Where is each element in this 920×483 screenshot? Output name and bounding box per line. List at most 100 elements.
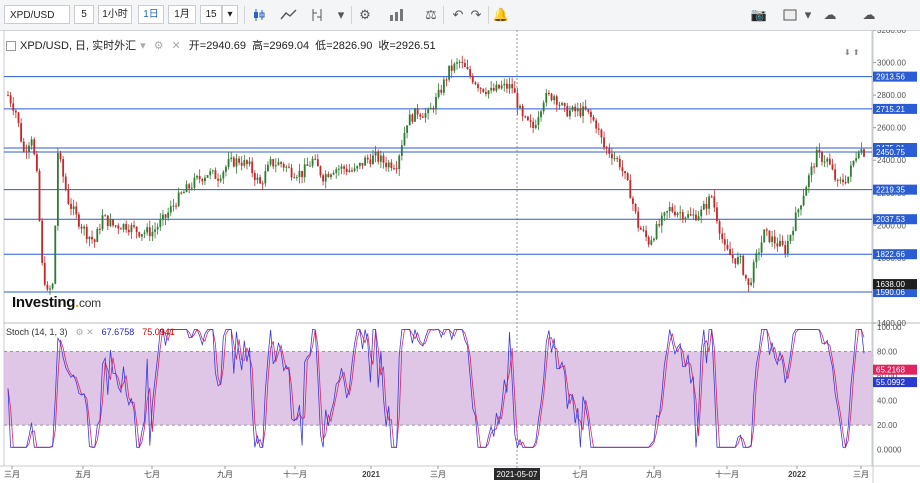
candle-body [637,211,640,228]
candle-body [616,158,619,160]
candle-body [553,96,556,101]
candle-body [440,89,443,93]
candle-body [290,167,293,178]
candle-body [828,158,831,165]
candle-body [167,212,170,218]
candle-body [361,162,364,166]
bar-volume-icon[interactable] [387,5,407,25]
pane-controls[interactable]: ⬇ ⬆ [844,48,860,57]
line-chart-icon[interactable] [279,5,299,25]
candle-body [22,141,25,152]
layout-dropdown-icon[interactable]: ▾ [798,5,818,25]
candle-body [534,124,537,128]
open-label: 开= [188,40,207,52]
candle-body [755,253,758,263]
candle-body [716,207,718,222]
candle-body [340,166,343,169]
candle-body [227,159,230,167]
candle-body [679,212,682,214]
y-tick-label: 3200.00 [877,30,906,35]
stoch-d-value: 75.0941 [142,327,175,337]
candle-body [582,106,584,116]
candle-body [442,79,445,93]
level-label: 2219.35 [876,186,905,195]
price-chart[interactable]: 3200.003000.002800.002600.002400.002200.… [0,30,920,483]
candle-body [59,153,62,160]
toolbar-divider [488,6,489,24]
balance-icon[interactable]: ⚖ [421,5,441,25]
candle-body [172,205,175,207]
redo-icon[interactable]: ↷ [466,5,486,25]
cloud-download-icon[interactable]: ☁ [820,5,840,25]
candle-body [288,166,290,168]
candle-body [432,107,435,110]
candle-body [600,129,603,138]
candle-body [603,137,605,148]
stoch-name: Stoch (14, 1, 3) [6,327,68,337]
candle-body [424,113,427,118]
candle-body [253,173,256,180]
layout-icon[interactable] [780,5,800,25]
candle-body [261,183,264,185]
candle-body [545,92,548,103]
candle-body [490,87,493,91]
toolbar: XPD/USD 5 1小时 1日 1月 15 ▾ ▾ ⚙ ⚖ ↶ ↷ 🔔 📷 ▾… [0,0,920,31]
candle-body [629,180,632,199]
alert-icon[interactable]: 🔔 [491,5,511,25]
candle-body [498,84,500,89]
level-label: 2037.53 [876,215,905,224]
candle-body [613,158,616,160]
candle-body [752,262,755,283]
candle-body [400,145,403,156]
candle-body [765,229,768,231]
candle-body [597,128,600,130]
candle-body [760,242,763,253]
interval-value-button[interactable]: 5 [74,5,94,24]
indicator-dropdown-icon[interactable]: ▾ [331,5,351,25]
symbol-input[interactable]: XPD/USD [4,5,70,24]
investing-logo: Investing.com [12,294,101,311]
candle-body [768,230,771,243]
camera-icon[interactable]: 📷 [749,5,769,25]
candle-body [479,87,482,89]
candle-body [196,175,198,178]
x-tick-label: 2021-05-07 [497,470,538,479]
candle-body [773,236,776,244]
candle-body [776,243,779,247]
candle-body [138,232,141,237]
interval-1h-button[interactable]: 1小时 [98,5,132,24]
legend-close-icon[interactable]: ✕ [172,40,181,52]
candle-body [513,88,516,93]
candle-body [385,162,388,168]
toolbar-divider [244,6,245,24]
candles-group [7,55,865,295]
stoch-tick-label: 40.00 [877,397,898,406]
candle-body [786,241,789,254]
candle-body [676,213,679,216]
number-button[interactable]: 15 [200,5,222,24]
logo-suffix: com [79,296,101,310]
undo-icon[interactable]: ↶ [448,5,468,25]
candle-body [542,102,545,112]
candle-body [9,95,12,104]
number-dropdown-button[interactable]: ▾ [222,5,238,24]
range-1d-button[interactable]: 1日 [138,5,164,24]
indicator-icon[interactable] [308,5,328,25]
candle-body [687,214,689,218]
cloud-upload-icon[interactable]: ☁ [859,5,879,25]
candle-body [164,214,167,218]
candle-body [584,106,587,110]
candle-body [190,187,193,189]
legend-settings-icon[interactable]: ⚙ [154,40,164,52]
candlestick-icon[interactable] [249,5,269,25]
legend-dropdown-icon[interactable]: ▾ [140,40,146,52]
candle-body [88,236,91,240]
candle-body [282,163,285,168]
candle-body [104,215,107,217]
settings-icon[interactable]: ⚙ [355,5,375,25]
range-1m-button[interactable]: 1月 [168,5,196,24]
candle-body [248,161,251,165]
candle-body [668,207,671,212]
stoch-settings-icon[interactable]: ⚙ ✕ [76,327,94,337]
collapse-toggle[interactable] [6,41,16,52]
